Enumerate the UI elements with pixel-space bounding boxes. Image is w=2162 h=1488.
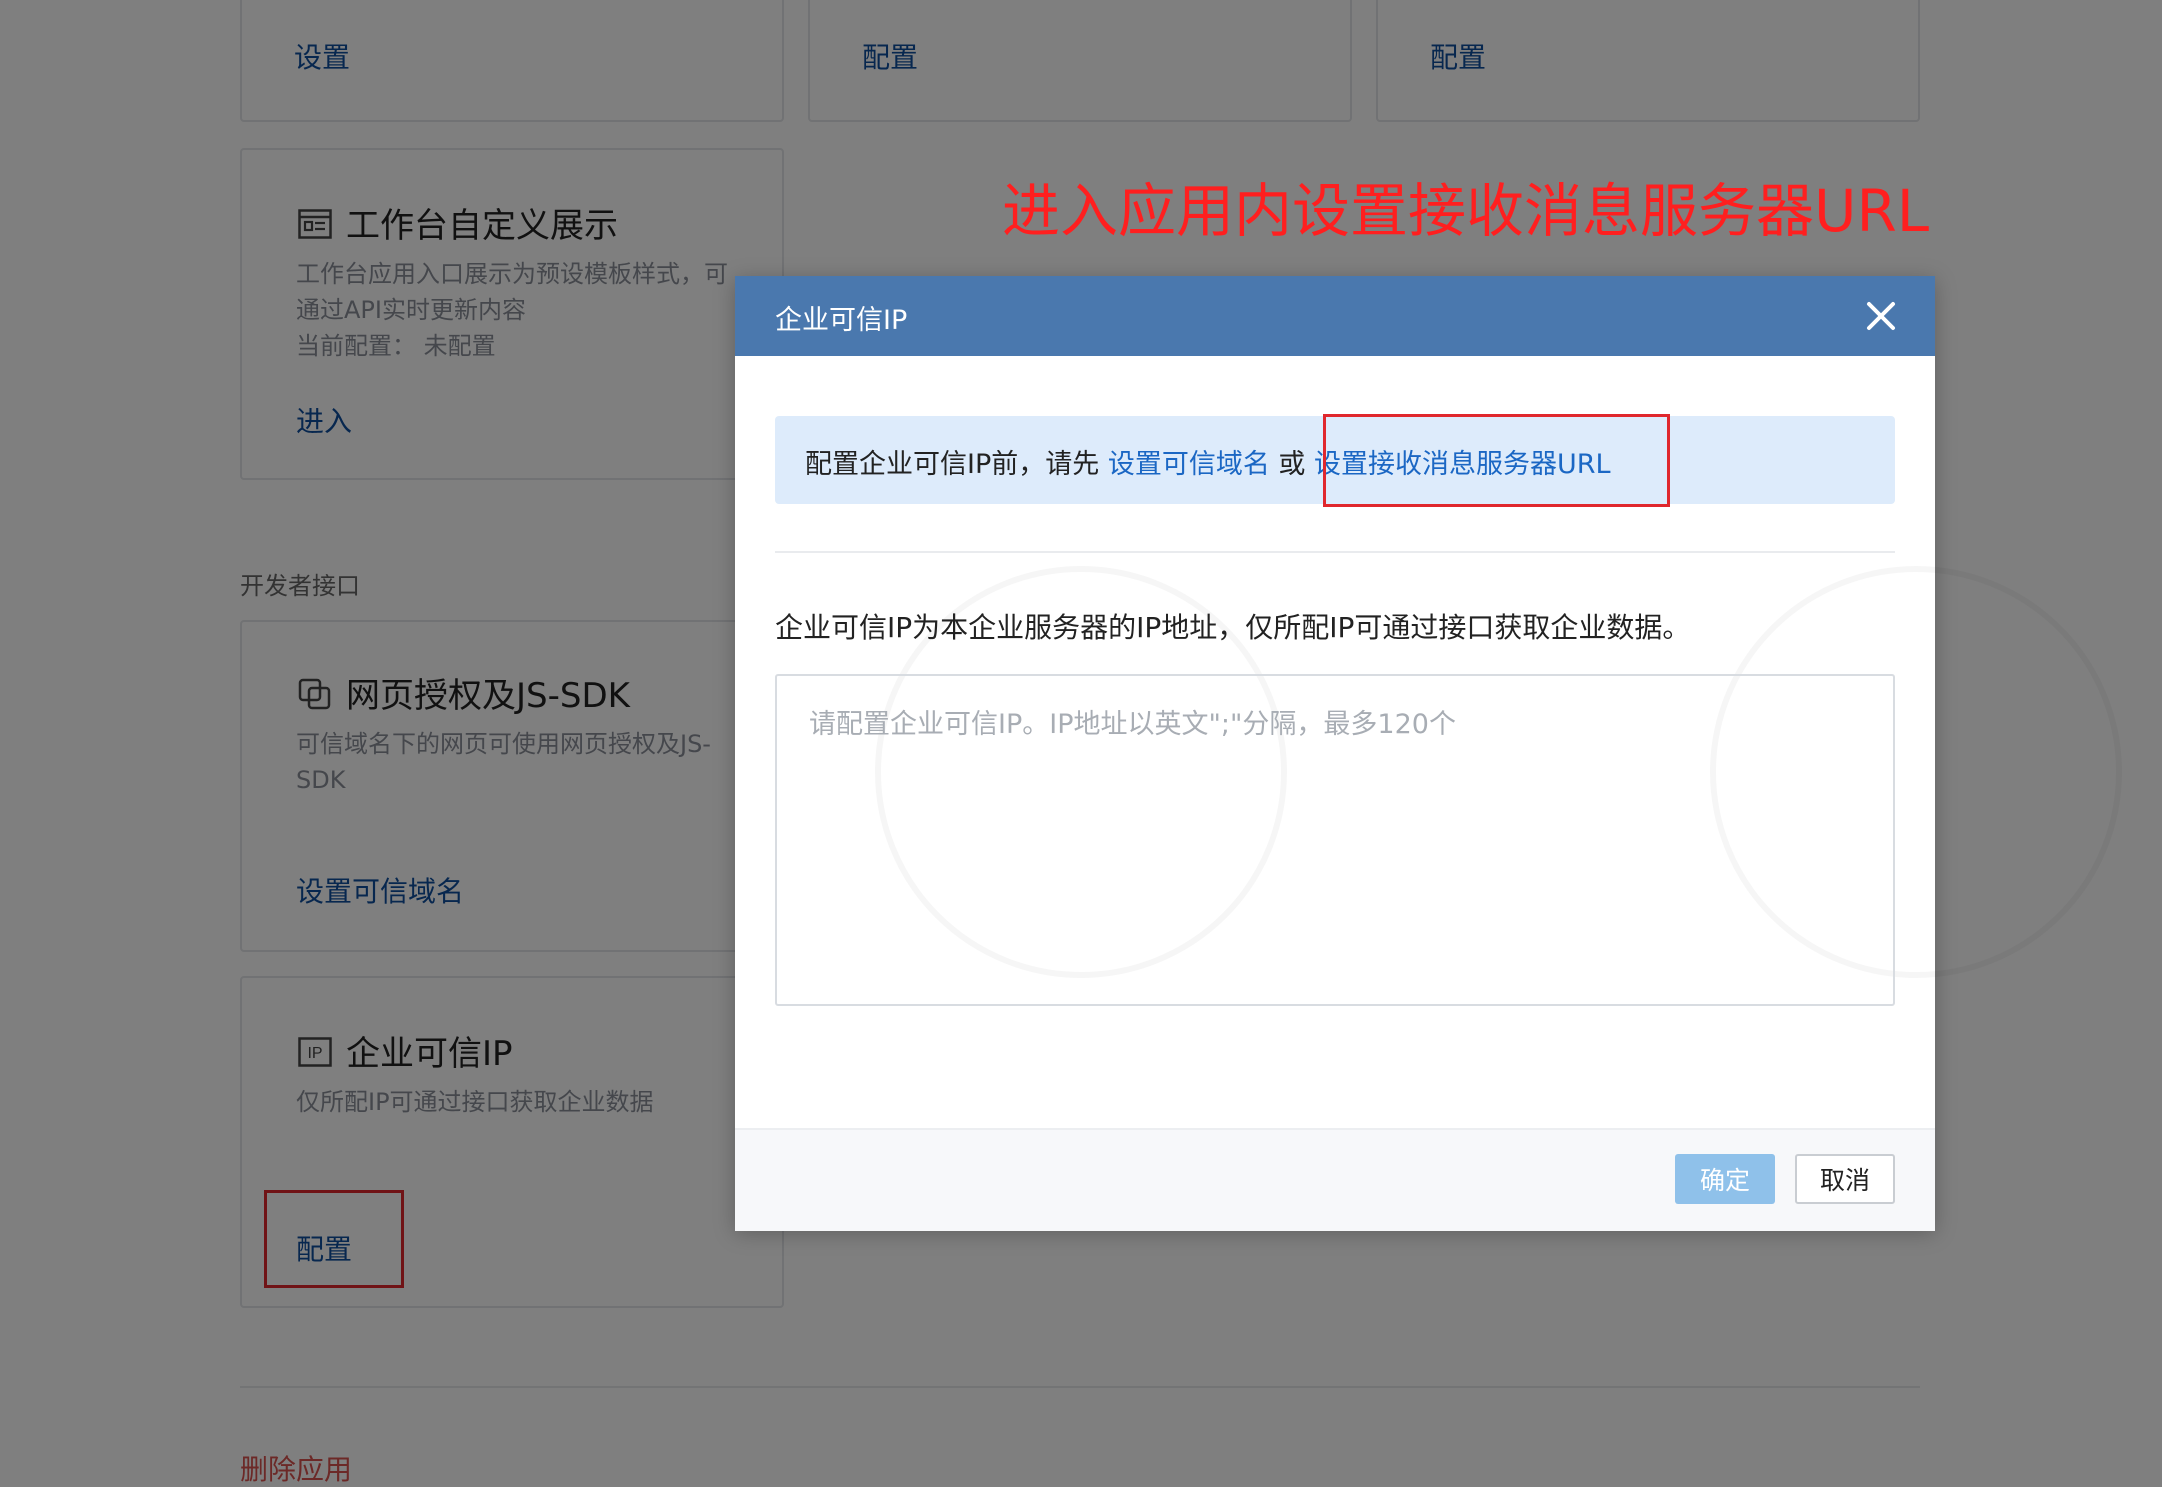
notice-set-trusted-domain-link[interactable]: 设置可信域名 [1108, 449, 1270, 480]
dialog-divider [775, 551, 1895, 553]
notice-prefix: 配置企业可信IP前，请先 [805, 449, 1108, 480]
highlight-url-link-box [1323, 414, 1670, 507]
annotation-text: 进入应用内设置接收消息服务器URL [1002, 177, 1930, 245]
dialog-footer: 确定 取消 [735, 1128, 1935, 1231]
cancel-button[interactable]: 取消 [1795, 1154, 1895, 1204]
trusted-ip-textarea[interactable] [775, 674, 1895, 1006]
close-icon[interactable] [1863, 298, 1899, 334]
dialog-description: 企业可信IP为本企业服务器的IP地址，仅所配IP可通过接口获取企业数据。 [775, 611, 1691, 644]
trusted-ip-dialog: 企业可信IP 配置企业可信IP前，请先 设置可信域名 或 设置接收消息服务器UR… [735, 276, 1935, 1231]
dialog-title: 企业可信IP [775, 305, 908, 336]
dialog-header: 企业可信IP [735, 276, 1935, 356]
confirm-button[interactable]: 确定 [1675, 1154, 1775, 1204]
notice-or: 或 [1269, 449, 1314, 480]
